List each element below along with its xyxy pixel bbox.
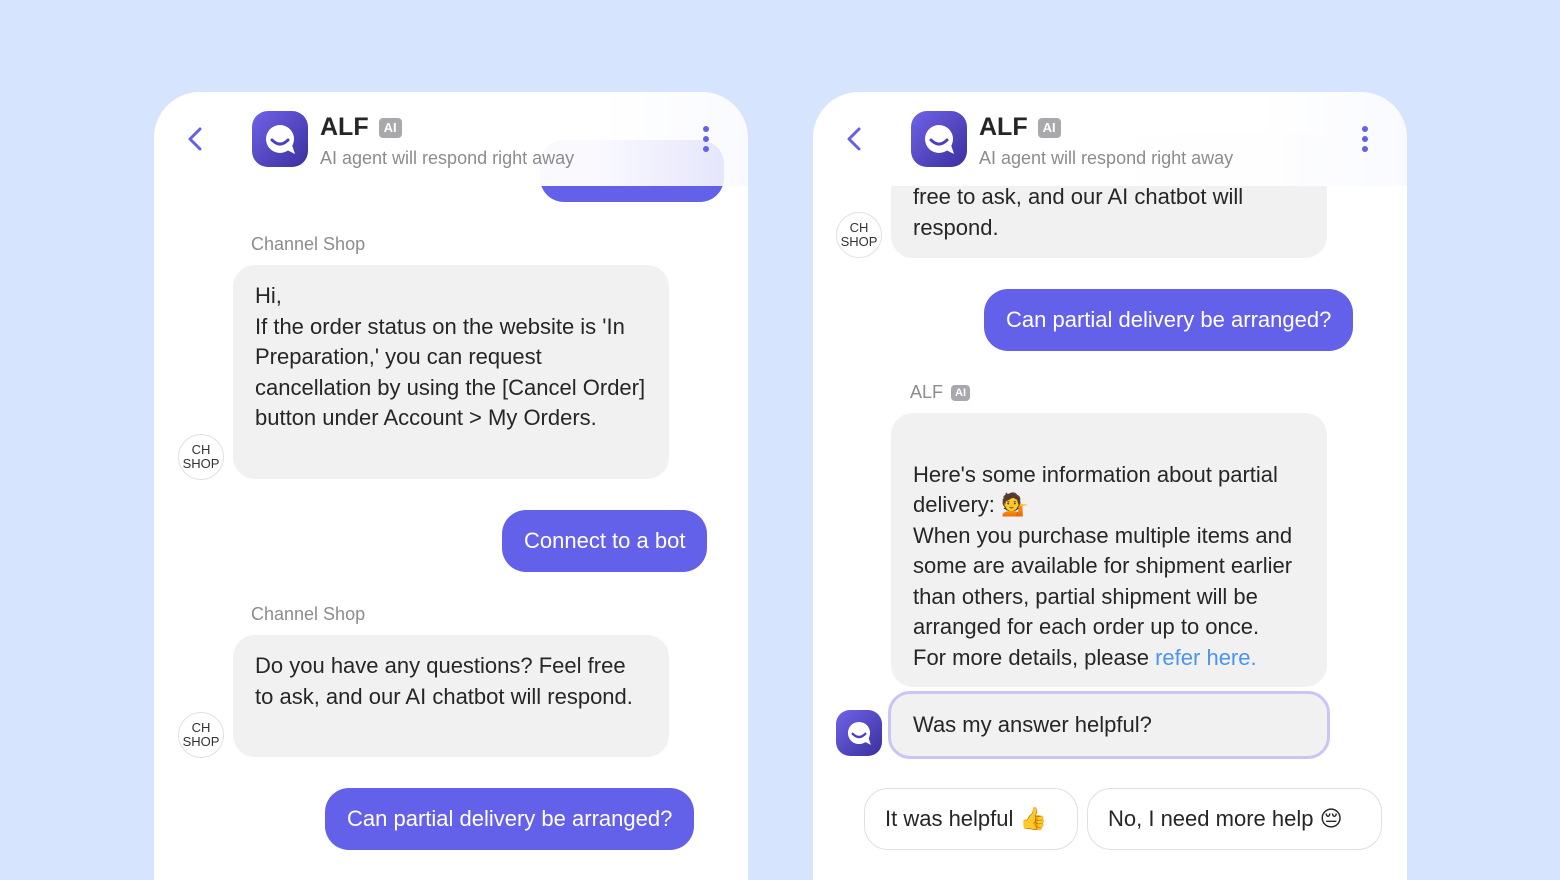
sender-name: Channel Shop <box>251 234 366 254</box>
sender-name: Channel Shop <box>251 604 366 624</box>
chat-title: ALF <box>979 113 1028 141</box>
more-options-icon[interactable] <box>700 125 712 153</box>
alf-logo-icon <box>925 125 954 154</box>
alf-avatar <box>252 111 308 167</box>
more-options-icon[interactable] <box>1359 125 1371 153</box>
alf-logo-icon <box>847 721 871 745</box>
channel-shop-avatar: CH SHOP <box>178 712 224 758</box>
refer-here-link[interactable]: refer here. <box>1155 645 1257 670</box>
alf-avatar <box>911 111 967 167</box>
back-arrow-icon[interactable] <box>184 124 208 154</box>
chat-header: ALF AI AI agent will respond right away <box>154 92 748 186</box>
sender-name: ALF AI <box>910 382 971 403</box>
user-message: Connect to a bot <box>502 510 708 572</box>
ai-badge: AI <box>951 384 971 401</box>
user-message: Can partial delivery be arranged? <box>325 788 695 850</box>
chat-title: ALF <box>320 113 369 141</box>
bot-answer-message: Here's some information about partial de… <box>891 413 1327 687</box>
feedback-question: Was my answer helpful? <box>888 691 1330 759</box>
channel-shop-avatar: CH SHOP <box>836 212 882 258</box>
chat-subtitle: AI agent will respond right away <box>320 148 575 168</box>
chat-subtitle: AI agent will respond right away <box>979 148 1234 168</box>
ai-badge: AI <box>378 117 402 138</box>
chat-header: ALF AI AI agent will respond right away <box>813 92 1407 186</box>
chat-window-right: free to ask, and our AI chatbot will res… <box>813 92 1407 880</box>
helpful-button[interactable]: It was helpful 👍 <box>864 788 1078 850</box>
ai-badge: AI <box>1037 117 1061 138</box>
bot-message: Do you have any questions? Feel free to … <box>233 635 669 757</box>
back-arrow-icon[interactable] <box>843 124 867 154</box>
channel-shop-avatar: CH SHOP <box>178 434 224 480</box>
user-message: Can partial delivery be arranged? <box>984 289 1354 351</box>
alf-logo-icon <box>266 125 295 154</box>
alf-avatar <box>836 710 882 756</box>
bot-message: Hi, If the order status on the website i… <box>233 265 669 479</box>
need-more-help-button[interactable]: No, I need more help 😔 <box>1087 788 1382 850</box>
chat-window-left: ALF AI AI agent will respond right away … <box>154 92 748 880</box>
